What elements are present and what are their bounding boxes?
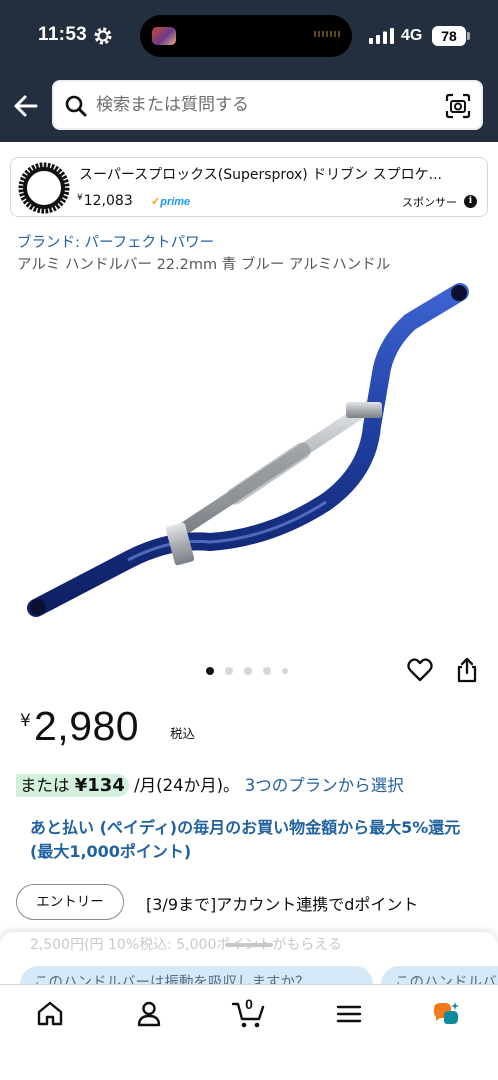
yen-symbol: ¥ <box>77 193 83 203</box>
battery-tip <box>467 32 470 40</box>
installment-plans-link[interactable]: 3つのプランから選択 <box>245 776 404 795</box>
sponsored-label: スポンサー <box>402 196 457 209</box>
installment-prefix: または <box>20 776 75 795</box>
price-value: 2,980 <box>34 703 140 749</box>
search-input[interactable] <box>96 82 426 128</box>
right-clamp <box>346 402 382 418</box>
camera-scan-icon[interactable] <box>445 93 471 119</box>
info-icon[interactable]: i <box>464 195 477 208</box>
dynamic-island <box>140 15 352 57</box>
carousel-dot[interactable] <box>263 667 271 675</box>
rufus-icon[interactable] <box>431 999 461 1029</box>
paidy-promo-link[interactable]: あと払い (ペイディ)の毎月のお買い物金額から最大5%還元 (最大1,000ポイ… <box>30 816 470 864</box>
network-type: 4G <box>401 27 423 44</box>
carousel-dot[interactable] <box>206 667 214 675</box>
installment-amount: ¥134 <box>74 775 125 796</box>
product-image[interactable] <box>10 276 488 648</box>
prime-label: prime <box>160 196 191 208</box>
now-playing-thumbnail <box>152 27 176 45</box>
bottom-tab-bar: 0 <box>0 984 498 1080</box>
installment-info: または ¥134 /月(24か月)。 3つのプランから選択 <box>16 772 404 797</box>
account-icon[interactable] <box>134 999 164 1029</box>
waveform-icon <box>314 31 340 37</box>
gear-icon <box>94 27 112 45</box>
sponsored-product-banner[interactable]: スーパースプロックス(Supersprox) ドリブン スプロケ... ¥12,… <box>10 157 488 217</box>
prime-check-icon: ✓ <box>151 196 161 208</box>
price-yen-symbol: ¥ <box>20 711 31 731</box>
heart-icon[interactable] <box>406 656 434 684</box>
search-bar[interactable] <box>52 80 483 130</box>
sheet-ghost-text: 2,500円(円 10%税込: 5,000ポイントがもらえる <box>30 937 342 953</box>
suggestion-sheet[interactable]: 2,500円(円 10%税込: 5,000ポイントがもらえる このハンドルバーは… <box>0 932 498 992</box>
installment-highlight: または ¥134 <box>16 774 129 797</box>
brand-link[interactable]: ブランド: パーフェクトパワー <box>17 231 214 252</box>
menu-icon[interactable] <box>334 999 364 1029</box>
battery-level: 78 <box>432 26 466 46</box>
sponsored-title: スーパースプロックス(Supersprox) ドリブン スプロケ... <box>79 167 442 183</box>
sponsored-price: ¥12,083 <box>77 193 133 209</box>
entry-promo-text: [3/9まで]アカウント連携でdポイント <box>146 895 419 914</box>
image-carousel-indicator[interactable] <box>206 665 296 677</box>
home-icon[interactable] <box>35 999 65 1029</box>
signal-icon <box>369 28 394 44</box>
handlebar-tube <box>27 283 469 617</box>
status-bar: 11:53 4G 78 <box>0 0 498 72</box>
share-icon[interactable] <box>454 656 480 684</box>
sponsored-price-value: 12,083 <box>83 193 133 209</box>
back-arrow-icon[interactable] <box>10 90 42 122</box>
status-time: 11:53 <box>38 24 88 45</box>
carousel-dot[interactable] <box>244 667 252 675</box>
search-header <box>0 72 498 142</box>
cart-count: 0 <box>245 996 253 1012</box>
search-icon <box>65 95 87 117</box>
sheet-drag-handle[interactable] <box>225 943 273 947</box>
carousel-dot[interactable] <box>282 668 288 674</box>
installment-suffix: /月(24か月)。 <box>128 776 240 795</box>
sprocket-image <box>18 162 70 214</box>
carousel-dot[interactable] <box>225 667 233 675</box>
tax-label: 税込 <box>170 726 196 741</box>
entry-button[interactable]: エントリー <box>16 884 124 920</box>
prime-logo: ✓prime <box>151 195 190 208</box>
product-title: アルミ ハンドルバー 22.2mm 青 ブルー アルミハンドル <box>17 257 391 273</box>
